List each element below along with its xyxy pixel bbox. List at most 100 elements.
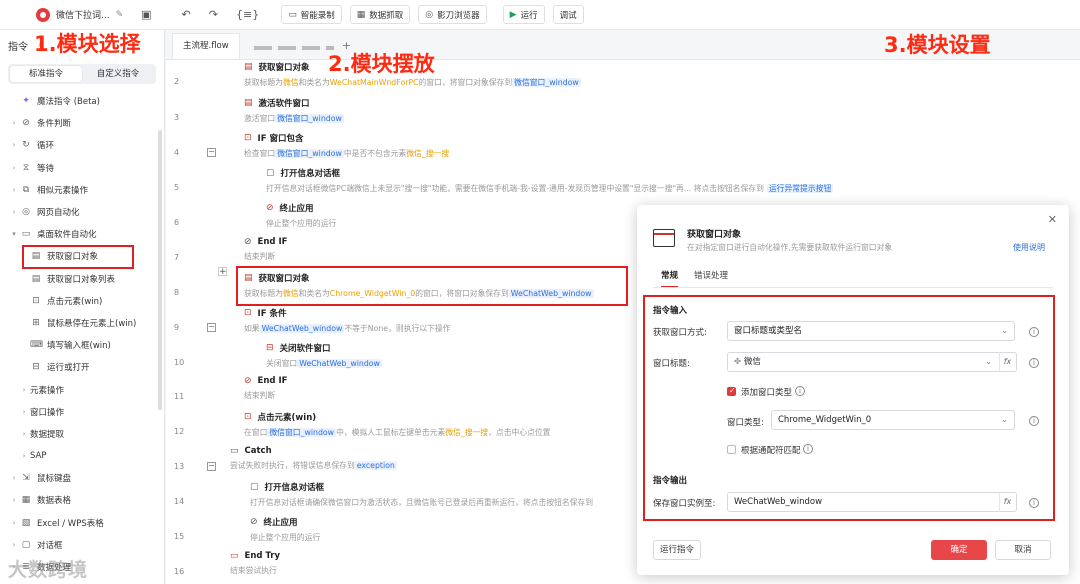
step-text: 结束判断 xyxy=(244,391,276,400)
cancel-button[interactable]: 取消 xyxy=(995,540,1051,560)
tree-item[interactable]: › ▧ Excel / WPS表格 xyxy=(0,512,164,534)
collapse-icon[interactable]: − xyxy=(207,148,216,157)
flow-step[interactable]: ▭ Catch 尝试失败时执行，将错误信息保存到 exception xyxy=(230,446,397,471)
tree-item[interactable]: › ⧖ 等待 xyxy=(0,157,164,179)
flow-step[interactable]: ▢ 打开信息对话框 打开信息对话框请确保微信窗口为激活状态，且微信账号已登录后再重新… xyxy=(250,481,593,508)
tab-main-flow[interactable]: 主流程.flow xyxy=(172,33,240,59)
redo-icon[interactable]: ↷ xyxy=(209,8,218,21)
chevron-right-icon: › xyxy=(12,496,16,505)
tree-item-label: 数据表格 xyxy=(37,496,72,507)
close-icon[interactable]: ✕ xyxy=(1048,213,1057,226)
line-number: 7 xyxy=(174,253,180,262)
tree-item[interactable]: › ▦ 数据表格 xyxy=(0,489,164,511)
tree-item[interactable]: › ⇲ 鼠标键盘 xyxy=(0,467,164,489)
step-icon: ⊘ xyxy=(250,517,258,527)
undo-icon[interactable]: ↶ xyxy=(182,8,191,21)
step-icon: ⊘ xyxy=(244,376,252,386)
window-list-icon: ▤ xyxy=(31,273,41,284)
step-icon: ⊡ xyxy=(244,412,252,422)
step-variable: 微信 xyxy=(282,78,299,87)
tree-item[interactable]: › ◎ 网页自动化 xyxy=(0,201,164,223)
project-title[interactable]: 微信下拉词... xyxy=(56,8,110,21)
tree-item[interactable]: › ⧉ 相似元素操作 xyxy=(0,179,164,201)
run-label: 运行 xyxy=(520,10,538,21)
browser-button[interactable]: ◎ 影刀浏览器 xyxy=(418,5,487,24)
flow-step[interactable]: ▭ End Try 结束尝试执行 xyxy=(230,551,280,576)
step-description: 在窗口 微信窗口_window 中，模拟人工鼠标左键单击元素微信_搜一搜，点击中心点… xyxy=(244,427,550,438)
variable-icon[interactable]: {≡} xyxy=(236,8,259,21)
window-icon xyxy=(653,229,675,247)
run-button[interactable]: ▶ 运行 xyxy=(502,5,545,24)
step-description: 如果 WeChatWeb_window 不等于None，则执行以下操作 xyxy=(244,323,450,334)
step-description: 结束判断 xyxy=(244,390,287,401)
scrollbar[interactable] xyxy=(158,130,162,410)
tree-item[interactable]: › ↻ 循环 xyxy=(0,134,164,156)
step-variable: 微信窗口_window xyxy=(275,149,344,158)
step-text: 和类名为 xyxy=(298,78,330,87)
step-icon: ▭ xyxy=(230,551,239,561)
tab-blurred[interactable] xyxy=(253,46,334,50)
panel-title: 指令 xyxy=(8,41,28,53)
tab-error-handling[interactable]: 错误处理 xyxy=(694,269,728,288)
flow-step[interactable]: ⊡ 点击元素(win) 在窗口 微信窗口_window 中，模拟人工鼠标左键单击元素微信… xyxy=(244,411,550,438)
app-logo-icon xyxy=(36,7,50,22)
tree-item[interactable]: ⊟ 运行或打开 xyxy=(0,356,164,378)
flow-step[interactable]: ⊘ End IF 结束判断 xyxy=(244,237,287,262)
flow-step[interactable]: ⊘ End IF 结束判断 xyxy=(244,376,287,401)
tree-item[interactable]: › 窗口操作 xyxy=(0,401,164,423)
condition-icon: ⊘ xyxy=(22,118,30,129)
chevron-right-icon: › xyxy=(12,474,16,483)
flow-step[interactable]: ⊘ 终止应用 停止整个应用的运行 xyxy=(266,202,336,229)
line-number: 10 xyxy=(174,358,185,367)
step-description: 检查窗口 微信窗口_window 中是否不包含元素微信_搜一搜 xyxy=(244,148,449,159)
step-icon: ▢ xyxy=(266,168,275,178)
flow-step[interactable]: ▢ 打开信息对话框 打开信息对话框微信PC端微信上未显示"搜一搜"功能，需要在微信手… xyxy=(266,167,834,194)
line-number: 13 xyxy=(174,462,185,471)
tree-item-label: 对话框 xyxy=(37,540,63,551)
flow-step[interactable]: ▤ 激活软件窗口 激活窗口 微信窗口_window xyxy=(244,97,344,124)
edit-title-icon[interactable]: ✎ xyxy=(116,10,124,20)
tree-item[interactable]: › 元素操作 xyxy=(0,378,164,400)
flow-step[interactable]: ⊘ 终止应用 停止整个应用的运行 xyxy=(250,516,320,543)
collapse-icon[interactable]: − xyxy=(207,462,216,471)
tree-item[interactable]: › ⊘ 条件判断 xyxy=(0,112,164,134)
dialog-icon: ▢ xyxy=(21,539,31,550)
tree-item[interactable]: ✦ 魔法指令 (Beta) xyxy=(0,90,164,112)
line-number: 4 xyxy=(174,148,180,157)
step-text: ，点击中心点位置 xyxy=(488,428,551,437)
tab-custom[interactable]: 自定义指令 xyxy=(82,66,154,82)
line-number: 11 xyxy=(174,392,185,401)
tab-general[interactable]: 常规 xyxy=(661,269,679,288)
highlight-settings xyxy=(643,295,1055,521)
dialog-subtitle: 在对指定窗口进行自动化操作,先需要获取软件运行窗口对象 xyxy=(687,243,893,252)
flow-step[interactable]: ⊡ IF 窗口包含 检查窗口 微信窗口_window 中是否不包含元素微信_搜一搜 xyxy=(244,132,449,159)
insert-step-icon[interactable]: + xyxy=(218,267,227,277)
chevron-right-icon: › xyxy=(22,452,26,461)
tree-item[interactable]: ⊡ 点击元素(win) xyxy=(0,290,164,312)
confirm-button[interactable]: 确定 xyxy=(931,540,987,560)
line-number: 6 xyxy=(174,218,180,227)
tab-standard[interactable]: 标准指令 xyxy=(10,66,82,82)
step-text: 尝试失败时执行，将错误信息保存到 xyxy=(230,461,355,470)
smart-record-button[interactable]: ▭ 智能录制 xyxy=(281,5,342,24)
desktop-icon: ▭ xyxy=(21,229,31,240)
tree-item[interactable]: ⌨ 填写输入框(win) xyxy=(0,334,164,356)
flow-step[interactable]: ⊟ 关闭软件窗口 关闭窗口 WeChatWeb_window xyxy=(266,342,382,369)
tree-item[interactable]: › 数据提取 xyxy=(0,423,164,445)
step-title: 打开信息对话框 xyxy=(280,169,341,179)
collapse-icon[interactable]: − xyxy=(207,323,216,332)
tree-item[interactable]: ▾ ▭ 桌面软件自动化 xyxy=(0,223,164,245)
run-command-button[interactable]: 运行指令 xyxy=(653,540,702,560)
help-link[interactable]: 使用说明 xyxy=(1013,242,1045,253)
debug-button[interactable]: 调试 xyxy=(552,5,584,24)
tree-item[interactable]: › ▢ 对话框 xyxy=(0,534,164,556)
data-grab-button[interactable]: ▦ 数据抓取 xyxy=(349,5,411,24)
flow-step[interactable]: ⊡ IF 条件 如果 WeChatWeb_window 不等于None，则执行以下操作 xyxy=(244,307,450,334)
tree-item[interactable]: ⊞ 鼠标悬停在元素上(win) xyxy=(0,312,164,334)
tree-item[interactable]: › SAP xyxy=(0,445,164,467)
tree-item[interactable]: ▤ 获取窗口对象列表 xyxy=(0,268,164,290)
save-icon[interactable]: ▣ xyxy=(141,8,151,21)
line-number: 16 xyxy=(174,567,185,576)
step-variable: 微信_搜一搜 xyxy=(406,149,450,158)
loop-icon: ↻ xyxy=(22,140,30,151)
